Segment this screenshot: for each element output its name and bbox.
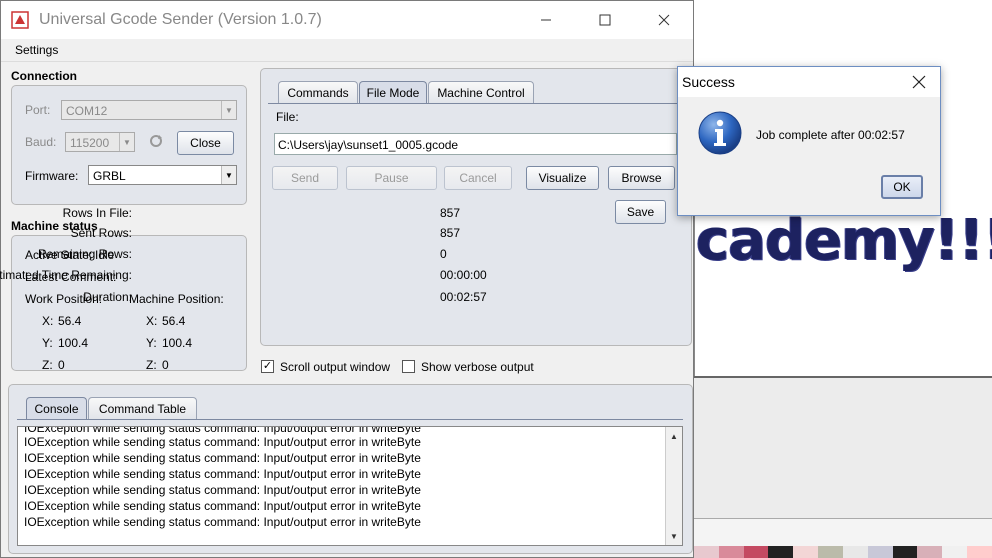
- tab-command-table[interactable]: Command Table: [88, 397, 197, 419]
- firmware-label: Firmware:: [25, 169, 79, 183]
- port-label: Port:: [25, 103, 51, 117]
- console-line: IOException while sending status command…: [24, 499, 421, 513]
- work-x-label: X:: [42, 314, 54, 328]
- sent-rows-value: 857: [440, 226, 461, 240]
- work-y-label: Y:: [42, 336, 53, 350]
- verbose-output-checkbox[interactable]: [402, 360, 415, 373]
- file-label: File:: [276, 110, 299, 124]
- send-button[interactable]: Send: [272, 166, 338, 190]
- console-line: IOException while sending status command…: [24, 426, 421, 435]
- machine-z-value: 0: [162, 358, 169, 372]
- menu-bar: Settings: [1, 39, 693, 62]
- rows-in-file-value: 857: [440, 206, 461, 220]
- canvas-preview-text: cademy!!!: [696, 208, 992, 273]
- work-y-value: 100.4: [58, 336, 89, 350]
- work-z-value: 0: [58, 358, 65, 372]
- menu-settings[interactable]: Settings: [15, 43, 58, 57]
- dialog-title: Success: [682, 74, 735, 90]
- machine-x-label: X:: [146, 314, 158, 328]
- success-dialog: Success Job complete after 00:02:57 OK: [677, 66, 941, 216]
- tab-underline: [268, 103, 684, 104]
- chevron-down-icon: ▼: [221, 101, 236, 119]
- work-x-value: 56.4: [58, 314, 82, 328]
- machine-position-label: Machine Position:: [129, 292, 224, 306]
- tab-console[interactable]: Console: [26, 397, 87, 419]
- console-line: IOException while sending status command…: [24, 515, 421, 529]
- close-icon[interactable]: [641, 1, 687, 39]
- firmware-value: GRBL: [93, 169, 126, 183]
- scroll-down-icon[interactable]: ▼: [666, 529, 682, 543]
- window-title: Universal Gcode Sender (Version 1.0.7): [39, 11, 322, 28]
- scroll-output-label: Scroll output window: [280, 360, 391, 374]
- tab-file-mode[interactable]: File Mode: [359, 81, 427, 103]
- rows-in-file-label: Rows In File:: [62, 206, 132, 220]
- duration-label: Duration:: [83, 290, 132, 304]
- remaining-rows-value: 0: [440, 247, 447, 261]
- visualize-button[interactable]: Visualize: [526, 166, 599, 190]
- cancel-button[interactable]: Cancel: [444, 166, 512, 190]
- port-select: COM12 ▼: [61, 100, 237, 120]
- machine-y-value: 100.4: [162, 336, 193, 350]
- chevron-down-icon: ▼: [221, 166, 236, 184]
- connection-panel: Port: COM12 ▼ Baud: 115200 ▼ Close Firmw…: [11, 85, 247, 205]
- remaining-rows-label: Remaining Rows:: [37, 247, 132, 261]
- tab-commands[interactable]: Commands: [278, 81, 358, 103]
- work-z-label: Z:: [42, 358, 53, 372]
- sent-rows-label: Sent Rows:: [70, 226, 132, 240]
- title-bar: Universal Gcode Sender (Version 1.0.7): [1, 1, 693, 39]
- est-time-value: 00:00:00: [440, 268, 487, 282]
- info-icon: [698, 111, 742, 155]
- baud-select: 115200 ▼: [65, 132, 135, 152]
- console-line: IOException while sending status command…: [24, 467, 421, 481]
- background-toolbar: [694, 518, 992, 547]
- pause-button[interactable]: Pause: [346, 166, 437, 190]
- maximize-icon[interactable]: [582, 1, 628, 39]
- console-line: IOException while sending status command…: [24, 483, 421, 497]
- browse-button[interactable]: Browse: [608, 166, 675, 190]
- close-button[interactable]: Close: [177, 131, 234, 155]
- scroll-up-icon[interactable]: ▲: [666, 429, 682, 443]
- console-line: IOException while sending status command…: [24, 451, 421, 465]
- dialog-message: Job complete after 00:02:57: [756, 128, 905, 142]
- baud-label: Baud:: [25, 135, 57, 149]
- ok-button[interactable]: OK: [881, 175, 923, 199]
- connection-title: Connection: [11, 69, 77, 83]
- scroll-output-checkbox[interactable]: ✓: [261, 360, 274, 373]
- machine-z-label: Z:: [146, 358, 157, 372]
- machine-y-label: Y:: [146, 336, 157, 350]
- chevron-down-icon: ▼: [119, 133, 134, 151]
- tab-machine-control[interactable]: Machine Control: [428, 81, 534, 103]
- console-tab-underline: [17, 419, 683, 420]
- baud-value: 115200: [70, 136, 110, 150]
- console-scrollbar[interactable]: ▲ ▼: [665, 427, 682, 545]
- main-window: Universal Gcode Sender (Version 1.0.7) S…: [0, 0, 694, 558]
- app-icon: [11, 11, 29, 29]
- close-icon[interactable]: [912, 75, 926, 89]
- console-output[interactable]: IOException while sending status command…: [17, 426, 683, 546]
- duration-value: 00:02:57: [440, 290, 487, 304]
- refresh-icon: [150, 135, 162, 147]
- save-button[interactable]: Save: [615, 200, 666, 224]
- est-time-label: Estimated Time Remaining:: [0, 268, 132, 282]
- firmware-select[interactable]: GRBL ▼: [88, 165, 237, 185]
- machine-x-value: 56.4: [162, 314, 186, 328]
- port-value: COM12: [66, 104, 108, 118]
- minimize-icon[interactable]: [523, 1, 569, 39]
- console-line: IOException while sending status command…: [24, 435, 421, 449]
- verbose-output-label: Show verbose output: [421, 360, 534, 374]
- dialog-title-bar: Success: [678, 67, 940, 97]
- file-path-field[interactable]: C:\Users\jay\sunset1_0005.gcode: [274, 133, 677, 155]
- background-panel: [694, 378, 992, 518]
- color-palette: [694, 546, 992, 558]
